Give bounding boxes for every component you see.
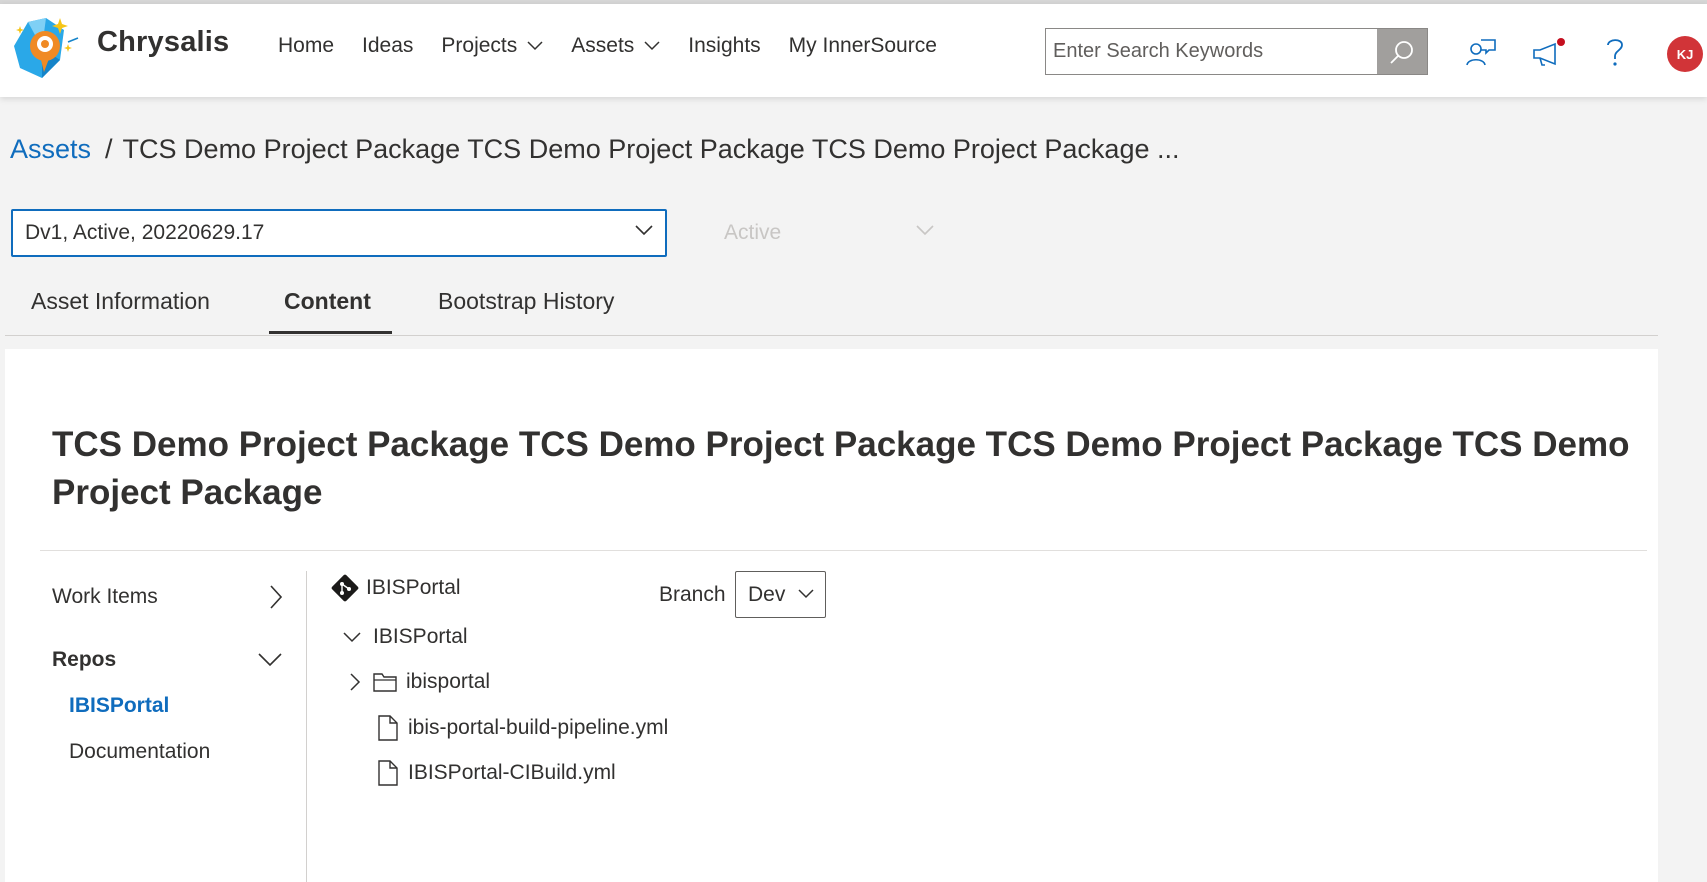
nav-home-label: Home: [278, 34, 335, 57]
nav-assets-label: Assets: [571, 34, 635, 57]
search-input[interactable]: [1046, 29, 1377, 74]
chevron-down-icon: [343, 631, 361, 642]
search-box: [1045, 28, 1428, 75]
tree-root-label: IBISPortal: [373, 625, 468, 648]
tree-file-ci-build[interactable]: IBISPortal-CIBuild.yml: [377, 760, 616, 786]
branch-dropdown-value: Dev: [748, 582, 786, 606]
status-dropdown-value: Active: [724, 221, 782, 244]
file-icon: [378, 760, 398, 786]
chevron-right-icon: [350, 673, 361, 691]
nav-home[interactable]: Home: [278, 34, 334, 58]
active-tab-indicator: [269, 331, 392, 334]
tab-asset-information[interactable]: Asset Information: [31, 288, 210, 315]
tree-folder-ibisportal[interactable]: ibisportal: [350, 670, 490, 694]
tree-file-label: ibis-portal-build-pipeline.yml: [408, 716, 669, 739]
nav-ideas-label: Ideas: [362, 34, 414, 57]
tree-root[interactable]: IBISPortal: [343, 625, 468, 649]
asset-title: TCS Demo Project Package TCS Demo Projec…: [52, 425, 1630, 512]
breadcrumb-current: TCS Demo Project Package TCS Demo Projec…: [122, 134, 1180, 164]
announcements-button[interactable]: [1530, 34, 1566, 70]
sidebar-item-work-items[interactable]: Work Items: [52, 577, 282, 617]
brand-name[interactable]: Chrysalis: [97, 26, 229, 59]
nav-my-innersource[interactable]: My InnerSource: [789, 34, 937, 58]
user-avatar[interactable]: KJ: [1667, 36, 1703, 72]
tree-folder-label: ibisportal: [406, 670, 491, 693]
help-button[interactable]: [1597, 34, 1633, 70]
tree-file-label: IBISPortal-CIBuild.yml: [408, 761, 616, 784]
status-dropdown: Active: [714, 212, 948, 254]
tab-bootstrap-history[interactable]: Bootstrap History: [438, 288, 614, 315]
sidebar-item-repos[interactable]: Repos: [52, 640, 282, 680]
sidebar-repo-documentation[interactable]: Documentation: [69, 740, 210, 764]
help-icon: [1607, 39, 1623, 66]
nav-projects-label: Projects: [441, 34, 518, 57]
branch-dropdown[interactable]: Dev: [735, 571, 826, 618]
version-dropdown[interactable]: Dv1, Active, 20220629.17: [11, 209, 667, 257]
breadcrumb-assets-link[interactable]: Assets: [10, 134, 91, 165]
chrysalis-logo[interactable]: [6, 8, 80, 90]
tree-file-build-pipeline[interactable]: ibis-portal-build-pipeline.yml: [377, 715, 668, 741]
title-divider: [40, 550, 1647, 551]
breadcrumb-separator: /: [105, 134, 113, 164]
tab-content[interactable]: Content: [284, 288, 371, 315]
file-icon: [378, 715, 398, 741]
nav-assets[interactable]: Assets: [571, 34, 660, 58]
chevron-down-icon: [916, 225, 934, 236]
breadcrumb: Assets / TCS Demo Project Package TCS De…: [10, 134, 1179, 165]
sidebar-item-label: Repos: [52, 648, 117, 671]
search-button[interactable]: [1377, 29, 1427, 74]
main-nav: Home Ideas Projects Assets Insights My I…: [278, 34, 965, 58]
nav-insights-label: Insights: [688, 34, 761, 57]
announcement-icon: [1533, 38, 1565, 66]
sidebar-divider: [306, 571, 307, 882]
git-icon: [331, 574, 359, 602]
sidebar-item-label: Work Items: [52, 585, 158, 608]
repo-name: IBISPortal: [366, 576, 461, 599]
sidebar-repo-ibisportal[interactable]: IBISPortal: [69, 694, 169, 718]
feedback-button[interactable]: [1463, 34, 1499, 70]
search-icon: [1390, 40, 1413, 64]
chevron-down-icon: [644, 41, 660, 51]
branch-label: Branch: [659, 583, 726, 606]
chevron-right-icon: [270, 585, 282, 609]
nav-projects[interactable]: Projects: [441, 34, 543, 58]
repo-header: IBISPortal: [330, 573, 461, 603]
version-dropdown-value: Dv1, Active, 20220629.17: [25, 221, 265, 244]
chevron-down-icon: [527, 41, 543, 51]
chevron-down-icon: [798, 589, 814, 599]
feedback-icon: [1466, 39, 1496, 66]
chevron-down-icon: [635, 225, 653, 236]
content-panel: TCS Demo Project Package TCS Demo Projec…: [5, 349, 1658, 882]
nav-my-innersource-label: My InnerSource: [788, 34, 937, 57]
top-navigation-bar: Chrysalis Home Ideas Projects Assets Ins…: [0, 4, 1707, 97]
nav-ideas[interactable]: Ideas: [362, 34, 413, 58]
folder-icon: [373, 673, 397, 692]
chevron-down-icon: [258, 653, 282, 667]
nav-insights[interactable]: Insights: [688, 34, 760, 58]
asset-tabs: Asset Information Content Bootstrap Hist…: [5, 280, 1658, 336]
